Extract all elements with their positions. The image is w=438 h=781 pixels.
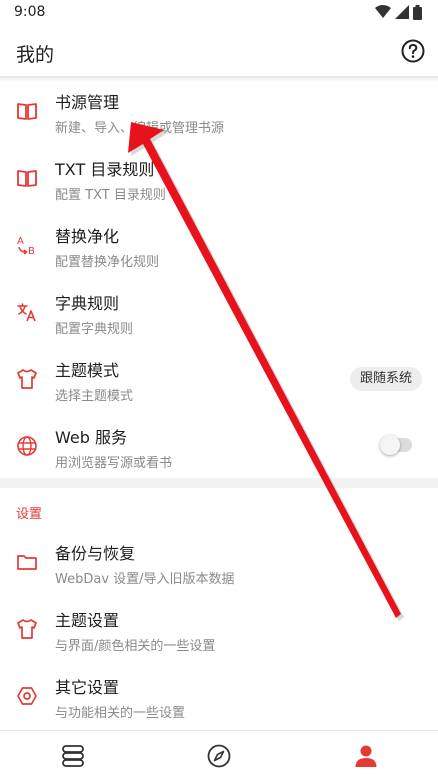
help-circle-icon[interactable] <box>400 38 426 64</box>
menu-item-title: 替换净化 <box>55 227 120 246</box>
menu-item-dictionary-rule[interactable]: 字典规则 配置字典规则 <box>0 279 438 345</box>
section-separator <box>0 478 438 488</box>
menu-item-title: 字典规则 <box>55 294 120 313</box>
settings-icon <box>17 687 37 705</box>
system-icons <box>375 4 422 20</box>
compass-icon[interactable] <box>206 743 232 769</box>
menu-item-subtitle: 配置字典规则 <box>55 322 134 337</box>
person-icon[interactable] <box>353 743 379 769</box>
web-service-switch[interactable] <box>380 435 412 455</box>
shirt-icon <box>17 369 37 389</box>
translate-icon <box>17 303 36 322</box>
battery-icon <box>413 4 422 20</box>
globe-icon <box>17 436 37 456</box>
settings-section-label: 设置 <box>16 507 43 522</box>
menu-item-title: TXT 目录规则 <box>55 160 155 179</box>
menu-item-other-settings[interactable]: 其它设置 与功能相关的一些设置 <box>0 663 438 729</box>
signal-icon <box>395 5 409 19</box>
wifi-icon <box>375 5 391 18</box>
menu-item-backup-restore[interactable]: 备份与恢复 WebDav 设置/导入旧版本数据 <box>0 529 438 595</box>
bookshelf-icon[interactable] <box>60 743 86 769</box>
menu-item-subtitle: 与界面/颜色相关的一些设置 <box>55 639 216 654</box>
menu-item-subtitle: 选择主题模式 <box>55 389 134 404</box>
svg-text:A: A <box>17 236 24 247</box>
menu-item-title: 其它设置 <box>55 678 120 697</box>
status-bar: 9:08 <box>0 0 438 26</box>
status-time: 9:08 <box>14 4 46 20</box>
menu-item-title: 备份与恢复 <box>55 544 136 563</box>
menu-item-subtitle: 新建、导入、编辑或管理书源 <box>55 121 225 136</box>
page-title: 我的 <box>16 44 55 66</box>
menu-item-title: 书源管理 <box>55 93 120 112</box>
menu-item-subtitle: 用浏览器写源或看书 <box>55 456 173 471</box>
menu-item-subtitle: 配置 TXT 目录规则 <box>55 188 166 203</box>
svg-text:B: B <box>28 246 35 256</box>
book-icon <box>17 103 37 120</box>
menu-item-subtitle: 与功能相关的一些设置 <box>55 706 186 721</box>
bottom-navigation <box>0 730 438 781</box>
menu-item-txt-toc-rule[interactable]: TXT 目录规则 配置 TXT 目录规则 <box>0 145 438 211</box>
book-icon <box>17 170 37 187</box>
menu-item-book-source[interactable]: 书源管理 新建、导入、编辑或管理书源 <box>0 78 438 144</box>
menu-item-title: 主题设置 <box>55 611 120 630</box>
theme-mode-chip[interactable]: 跟随系统 <box>349 367 422 391</box>
menu-item-web-service[interactable]: Web 服务 用浏览器写源或看书 <box>0 413 438 479</box>
shirt-icon <box>17 619 37 639</box>
menu-item-subtitle: 配置替换净化规则 <box>55 255 160 270</box>
menu-item-theme-settings[interactable]: 主题设置 与界面/颜色相关的一些设置 <box>0 596 438 662</box>
menu-item-theme-mode[interactable]: 主题模式 选择主题模式 跟随系统 <box>0 346 438 412</box>
menu-item-title: Web 服务 <box>55 428 127 447</box>
menu-item-subtitle: WebDav 设置/导入旧版本数据 <box>55 572 235 587</box>
menu-item-replace-rule[interactable]: A B 替换净化 配置替换净化规则 <box>0 212 438 278</box>
switch-knob[interactable] <box>380 435 400 455</box>
replace-icon: A B <box>17 236 35 256</box>
menu-item-title: 主题模式 <box>55 361 120 380</box>
folder-icon <box>17 555 37 570</box>
app-bar: 我的 <box>0 26 438 76</box>
